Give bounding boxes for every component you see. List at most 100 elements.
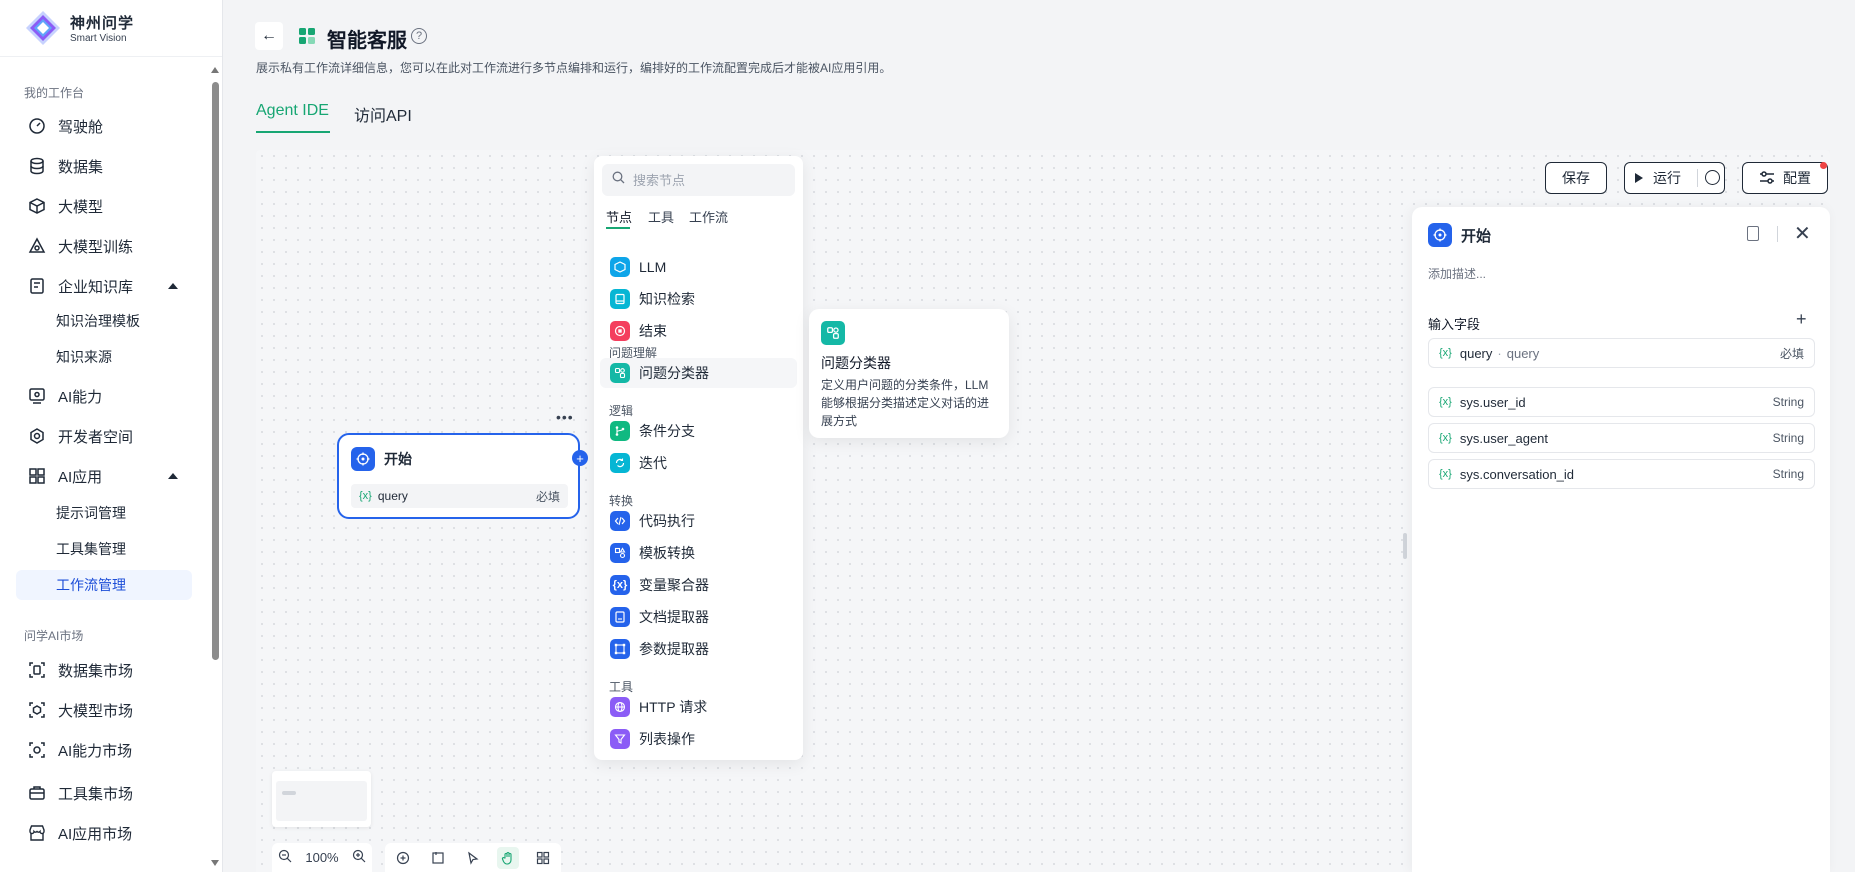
- node-item-code-exec[interactable]: 代码执行: [600, 506, 797, 536]
- required-tag: 必填: [535, 489, 560, 504]
- book-icon: [610, 289, 630, 309]
- sidebar-subitem-prompt-manage[interactable]: 提示词管理: [16, 498, 192, 528]
- node-item-end[interactable]: 结束: [600, 316, 797, 346]
- add-node-icon[interactable]: +: [572, 450, 588, 466]
- minimap[interactable]: [272, 771, 371, 827]
- help-icon[interactable]: ?: [411, 28, 427, 44]
- scroll-up-icon[interactable]: [211, 67, 219, 73]
- sidebar-subitem-knowledge-source[interactable]: 知识来源: [16, 342, 192, 372]
- zoom-out-icon[interactable]: [278, 849, 292, 866]
- sidebar-subitem-toolset-manage[interactable]: 工具集管理: [16, 534, 192, 564]
- save-button[interactable]: 保存: [1545, 162, 1607, 194]
- close-icon[interactable]: ✕: [1794, 221, 1811, 246]
- node-item-condition-branch[interactable]: 条件分支: [600, 416, 797, 446]
- llm-cube-icon: [610, 257, 630, 277]
- tab-access-api[interactable]: 访问API: [354, 102, 412, 126]
- sidebar-item-knowledge-base[interactable]: 企业知识库: [16, 270, 192, 302]
- sys-field: {x} sys.user_id String: [1428, 387, 1815, 417]
- sidebar-item-app-market[interactable]: AI应用市场: [16, 817, 192, 849]
- code-icon: [610, 511, 630, 531]
- brand-logo-icon: [24, 9, 62, 47]
- node-item-label: 知识检索: [639, 291, 695, 307]
- toolbox-market-icon: [28, 784, 46, 802]
- sidebar-item-label: 驾驶舱: [58, 118, 104, 136]
- zoom-level[interactable]: 100%: [305, 850, 338, 865]
- run-history-icon[interactable]: [1705, 170, 1720, 185]
- chevron-up-icon[interactable]: [168, 473, 178, 479]
- sidebar-item-toolset-market[interactable]: 工具集市场: [16, 777, 192, 809]
- note-icon[interactable]: [427, 847, 449, 869]
- back-button[interactable]: ←: [255, 22, 283, 50]
- node-item-variable-aggregator[interactable]: {x} 变量聚合器: [600, 570, 797, 600]
- sidebar-subitem-knowledge-template[interactable]: 知识治理模板: [16, 306, 192, 336]
- add-circle-icon[interactable]: [392, 847, 414, 869]
- dataset-market-icon: [28, 661, 46, 679]
- tab-agent-ide[interactable]: Agent IDE: [256, 102, 329, 120]
- node-item-label: 模板转换: [639, 545, 695, 561]
- store-icon: [28, 824, 46, 842]
- node-item-knowledge-retrieval[interactable]: 知识检索: [600, 284, 797, 314]
- sidebar-scrollbar[interactable]: [210, 62, 220, 872]
- node-item-iteration[interactable]: 迭代: [600, 448, 797, 478]
- chevron-up-icon[interactable]: [168, 283, 178, 289]
- panel-resize-handle[interactable]: [1403, 533, 1407, 559]
- sidebar-item-ai-market[interactable]: AI能力市场: [16, 734, 192, 766]
- brand-logo[interactable]: 神州问学 Smart Vision: [0, 0, 222, 57]
- apps-grid-icon: [28, 467, 46, 485]
- panel-description-input[interactable]: 添加描述...: [1428, 265, 1486, 282]
- node-search-input[interactable]: [633, 172, 783, 188]
- sidebar-item-model-market[interactable]: 大模型市场: [16, 694, 192, 726]
- picker-tab-tools[interactable]: 工具: [648, 207, 674, 226]
- sidebar-item-ai-ability[interactable]: AI能力: [16, 380, 192, 412]
- globe-icon: [610, 697, 630, 717]
- node-item-label: 代码执行: [639, 513, 695, 529]
- developer-icon: [28, 427, 46, 445]
- field-name: query: [1459, 345, 1493, 361]
- classifier-icon: [821, 321, 845, 345]
- sidebar-item-model-training[interactable]: 大模型训练: [16, 230, 192, 262]
- loop-icon: [610, 453, 630, 473]
- document-icon[interactable]: [1747, 226, 1759, 241]
- start-node[interactable]: 开始 {x} query 必填: [337, 433, 580, 519]
- model-market-icon: [28, 701, 46, 719]
- sidebar-item-developer-space[interactable]: 开发者空间: [16, 420, 192, 452]
- node-item-doc-extractor[interactable]: 文档提取器: [600, 602, 797, 632]
- node-item-llm[interactable]: LLM: [600, 252, 797, 282]
- node-item-label: 变量聚合器: [639, 577, 709, 593]
- sidebar-item-dataset[interactable]: 数据集: [16, 150, 192, 182]
- more-icon[interactable]: •••: [556, 409, 574, 425]
- picker-tab-workflows[interactable]: 工作流: [689, 207, 728, 226]
- zoom-in-icon[interactable]: [352, 849, 366, 866]
- hand-icon[interactable]: [497, 846, 520, 869]
- node-item-question-classifier[interactable]: 问题分类器: [600, 358, 797, 388]
- sidebar-item-dataset-market[interactable]: 数据集市场: [16, 654, 192, 686]
- add-field-icon[interactable]: +: [1796, 309, 1807, 330]
- node-item-template-transform[interactable]: 模板转换: [600, 538, 797, 568]
- sidebar-item-label: AI能力市场: [58, 742, 133, 760]
- scroll-thumb[interactable]: [212, 82, 219, 660]
- node-item-param-extractor[interactable]: 参数提取器: [600, 634, 797, 664]
- sidebar-item-dashboard[interactable]: 驾驶舱: [16, 110, 192, 142]
- node-search[interactable]: [602, 164, 795, 196]
- sidebar-item-label: 工具集市场: [58, 785, 134, 803]
- dashboard-icon: [28, 117, 46, 135]
- input-fields-heading: 输入字段: [1428, 317, 1481, 332]
- node-item-http-request[interactable]: HTTP 请求: [600, 692, 797, 722]
- sidebar-subitem-workflow-manage[interactable]: 工作流管理: [16, 570, 192, 600]
- input-field-query[interactable]: {x} query · query 必填: [1428, 338, 1815, 368]
- branch-icon: [610, 421, 630, 441]
- sidebar-item-ai-apps[interactable]: AI应用: [16, 460, 192, 492]
- scroll-down-icon[interactable]: [211, 860, 219, 866]
- sidebar-item-label: AI能力: [58, 388, 103, 406]
- layout-grid-icon[interactable]: [532, 847, 554, 869]
- picker-tab-nodes[interactable]: 节点: [606, 207, 632, 226]
- page-title: 智能客服: [327, 30, 407, 52]
- config-button[interactable]: 配置: [1742, 162, 1828, 194]
- pointer-icon[interactable]: [462, 847, 484, 869]
- node-item-list-operation[interactable]: 列表操作: [600, 724, 797, 754]
- sidebar-item-label: 企业知识库: [58, 278, 134, 296]
- brand-subtitle: Smart Vision: [70, 33, 127, 44]
- sidebar-item-model[interactable]: 大模型: [16, 190, 192, 222]
- training-icon: [28, 237, 46, 255]
- run-button[interactable]: 运行: [1624, 162, 1725, 194]
